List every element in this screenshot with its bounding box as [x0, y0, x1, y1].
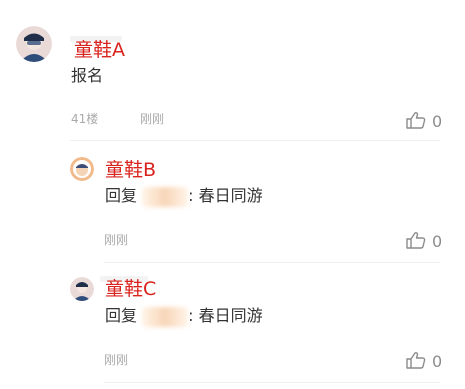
- like-button[interactable]: 0: [406, 111, 442, 133]
- reply-content: : 春日同游: [188, 186, 263, 205]
- reply-content: : 春日同游: [188, 306, 263, 325]
- redacted-username: [142, 186, 189, 207]
- username[interactable]: 童鞋A: [74, 39, 125, 61]
- floor-number: 41楼: [71, 112, 99, 126]
- like-button[interactable]: 0: [406, 351, 442, 373]
- thumbs-up-icon: [406, 231, 426, 253]
- avatar[interactable]: [70, 277, 94, 301]
- reply-prefix: 回复: [105, 306, 138, 325]
- comment-text: 报名: [71, 66, 104, 85]
- divider: [104, 262, 440, 263]
- username[interactable]: 童鞋B: [105, 159, 156, 181]
- like-button[interactable]: 0: [406, 231, 442, 253]
- reply-text: 回复 : 春日同游: [105, 306, 263, 327]
- like-count: 0: [432, 352, 443, 371]
- avatar[interactable]: [70, 157, 94, 181]
- reply-prefix: 回复: [105, 186, 138, 205]
- divider: [70, 140, 440, 141]
- reply-text: 回复 : 春日同游: [105, 186, 263, 207]
- like-count: 0: [432, 112, 443, 131]
- thumbs-up-icon: [406, 351, 426, 373]
- divider: [104, 382, 440, 383]
- avatar[interactable]: [16, 26, 52, 62]
- username[interactable]: 童鞋C: [105, 278, 156, 300]
- timestamp: 刚刚: [140, 112, 165, 126]
- redacted-username: [142, 306, 189, 327]
- thumbs-up-icon: [406, 111, 426, 133]
- timestamp: 刚刚: [104, 233, 129, 247]
- timestamp: 刚刚: [104, 353, 129, 367]
- like-count: 0: [432, 232, 443, 251]
